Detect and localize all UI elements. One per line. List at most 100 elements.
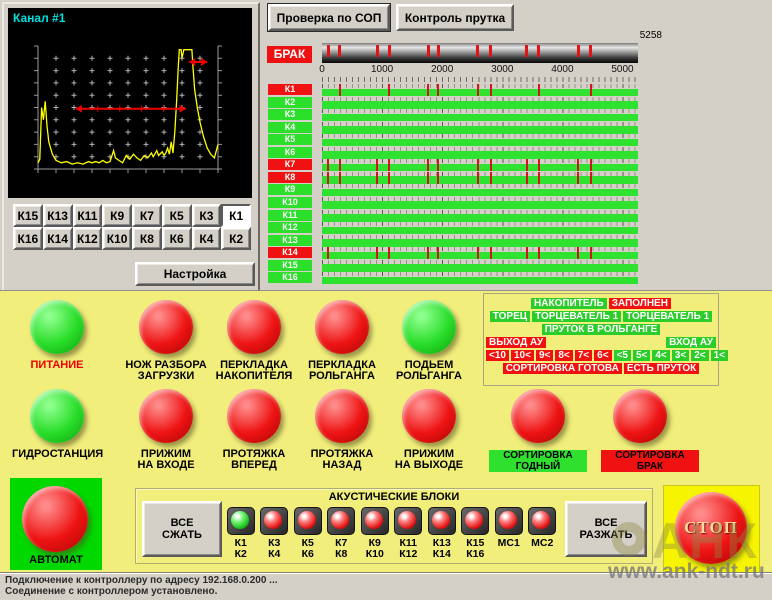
indicator-light-red — [361, 507, 389, 535]
loader-knife-button-group: НОЖ РАЗБОРА ЗАГРУЗКИ — [121, 300, 211, 382]
light-ball — [465, 511, 483, 529]
rollgang-transfer-button[interactable] — [315, 300, 369, 354]
automat-button[interactable] — [22, 486, 88, 552]
channel-row-label: К13 — [268, 235, 312, 246]
status-chip: ЗАПОЛНЕН — [609, 298, 671, 309]
defect-mark — [538, 159, 540, 171]
indicator-light-red — [461, 507, 489, 535]
sort-brak-button[interactable] — [613, 389, 667, 443]
channel-ruler — [322, 122, 638, 126]
status-chip: ВЫХОД АУ — [486, 337, 546, 348]
channel-bar — [322, 126, 638, 134]
acoustic-block: К1 К2 — [224, 507, 258, 560]
status-chip: <10 — [486, 350, 509, 361]
defect-mark — [590, 247, 592, 259]
defect-mark — [338, 45, 341, 57]
defect-mark — [538, 247, 540, 259]
status-chip: 5< — [633, 350, 650, 361]
channel-select-button[interactable]: К16 — [13, 227, 43, 250]
pull-forward-button[interactable] — [227, 389, 281, 443]
channel-select-button[interactable]: К9 — [102, 204, 132, 227]
channel-select-button[interactable]: К13 — [43, 204, 73, 227]
check-by-sop-button[interactable]: Проверка по СОП — [268, 4, 390, 31]
status-chip: 9< — [536, 350, 553, 361]
defect-mark — [577, 247, 579, 259]
channel-select-button[interactable]: К1 — [221, 204, 251, 227]
acoustic-block: МС1 — [492, 507, 526, 560]
defect-mark — [477, 159, 479, 171]
acoustic-block-label: К13 К14 — [425, 538, 459, 560]
brak-badge: БРАК — [267, 46, 312, 63]
defect-mark — [490, 159, 492, 171]
channel-select-button[interactable]: К7 — [132, 204, 162, 227]
defect-mark — [388, 172, 390, 184]
channel-select-button[interactable]: К12 — [73, 227, 103, 250]
status-chip: СОРТИРОВКА ГОТОВА — [503, 363, 622, 374]
channel-row-label: К16 — [268, 272, 312, 283]
stop-button[interactable]: СТОП — [675, 492, 747, 564]
rollgang-transfer-button-label: ПЕРКЛАДКА РОЛЬГАНГА — [297, 360, 387, 382]
channel-select-button[interactable]: К10 — [102, 227, 132, 250]
channel-select-button[interactable]: К8 — [132, 227, 162, 250]
defect-mark — [590, 159, 592, 171]
channel-row-label: К10 — [268, 197, 312, 208]
channel-ruler — [322, 260, 638, 264]
channel-row-label: К15 — [268, 260, 312, 271]
channel-row-label: К11 — [268, 210, 312, 221]
channel-select-button[interactable]: К3 — [192, 204, 222, 227]
channel-ruler — [322, 235, 638, 239]
defect-mark — [477, 84, 479, 96]
line-status-panel: НАКОПИТЕЛЬЗАПОЛНЕНТОРЕЦТОРЦЕВАТЕЛЬ 1ТОРЦ… — [483, 293, 719, 386]
stacker-transfer-button-group: ПЕРКЛАДКА НАКОПИТЕЛЯ — [209, 300, 299, 382]
indicator-light-red — [428, 507, 456, 535]
loader-knife-button[interactable] — [139, 300, 193, 354]
settings-button[interactable]: Настройка — [135, 262, 255, 286]
channel-select-button[interactable]: К14 — [43, 227, 73, 250]
channel-select-button[interactable]: К15 — [13, 204, 43, 227]
light-ball — [331, 511, 349, 529]
status-chip: 1< — [711, 350, 728, 361]
channel-bar — [322, 151, 638, 159]
hydrostation-button[interactable] — [30, 389, 84, 443]
channel-selector-row-even: К16К14К12К10К8К6К4К2 — [13, 227, 251, 250]
rollgang-lift-button[interactable] — [402, 300, 456, 354]
loader-knife-button-label: НОЖ РАЗБОРА ЗАГРУЗКИ — [121, 360, 211, 382]
channel-row-label: К2 — [268, 97, 312, 108]
status-chip: НАКОПИТЕЛЬ — [531, 298, 607, 309]
rollgang-lift-button-group: ПОДЬЕМ РОЛЬГАНГА — [384, 300, 474, 382]
scope-channel-title: Канал #1 — [13, 11, 65, 25]
exit-clamp-button[interactable] — [402, 389, 456, 443]
status-line-connecting: Подключение к контроллеру по адресу 192.… — [5, 575, 767, 586]
entry-clamp-button[interactable] — [139, 389, 193, 443]
status-bar: Подключение к контроллеру по адресу 192.… — [0, 572, 772, 600]
acoustic-block-label: МС1 — [492, 538, 526, 549]
compress-all-button[interactable]: ВСЕ СЖАТЬ — [142, 501, 222, 557]
stacker-transfer-button[interactable] — [227, 300, 281, 354]
channel-row-label: К3 — [268, 109, 312, 120]
rod-control-button[interactable]: Контроль прутка — [396, 4, 514, 31]
release-all-button[interactable]: ВСЕ РАЗЖАТЬ — [565, 501, 647, 557]
channel-select-button[interactable]: К4 — [192, 227, 222, 250]
axis-tick-label: 0 — [319, 64, 325, 75]
light-ball — [499, 511, 517, 529]
a-scan-display: Канал #1 — [8, 8, 252, 198]
defect-mark — [590, 172, 592, 184]
status-chip: 10< — [511, 350, 534, 361]
channel-row-label: К4 — [268, 122, 312, 133]
defect-mark — [476, 45, 479, 57]
rod-length-value: 5258 — [618, 30, 662, 41]
channel-select-button[interactable]: К11 — [73, 204, 103, 227]
channel-ruler — [322, 134, 638, 138]
channel-select-button[interactable]: К5 — [162, 204, 192, 227]
hydrostation-button-label: ГИДРОСТАНЦИЯ — [12, 449, 102, 460]
status-row: НАКОПИТЕЛЬЗАПОЛНЕН — [484, 298, 718, 309]
entry-clamp-button-group: ПРИЖИМ НА ВХОДЕ — [121, 389, 211, 471]
power-button[interactable] — [30, 300, 84, 354]
channel-bar — [322, 277, 638, 285]
acoustic-block-label: К11 К12 — [392, 538, 426, 560]
sort-good-button[interactable] — [511, 389, 565, 443]
channel-ruler — [322, 272, 638, 276]
channel-select-button[interactable]: К6 — [162, 227, 192, 250]
pull-backward-button[interactable] — [315, 389, 369, 443]
channel-select-button[interactable]: К2 — [221, 227, 251, 250]
